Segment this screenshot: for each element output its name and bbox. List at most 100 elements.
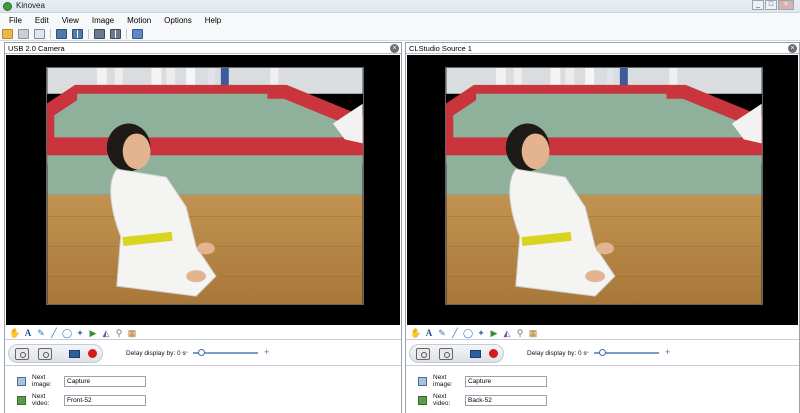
delay-slider-thumb[interactable] [599, 349, 606, 356]
live-video-frame[interactable] [46, 67, 364, 305]
save-icon[interactable] [18, 28, 29, 39]
delay-increase-icon[interactable]: + [264, 347, 269, 357]
next-video-input[interactable] [64, 394, 146, 406]
camera-feed-image [47, 68, 363, 304]
drawing-toolbar: ✋ A ✎ ╱ ◯ ✦ ▶ ◭ ⚲ ▦ [5, 326, 401, 340]
menu-view[interactable]: View [62, 16, 79, 25]
delay-increase-icon[interactable]: + [665, 347, 670, 357]
menu-motion[interactable]: Motion [127, 16, 151, 25]
circle-icon[interactable]: ◯ [463, 328, 473, 338]
next-video-row: Next video: [418, 393, 547, 407]
capture-screen-right: CLStudio Source 1 × ✋ A ✎ ╱ ◯ ✦ ▶ ◭ ⚲ ▦ … [405, 42, 800, 413]
video-viewport[interactable] [407, 55, 798, 325]
menu-options[interactable]: Options [164, 16, 192, 25]
video-file-icon [418, 395, 427, 405]
menu-edit[interactable]: Edit [35, 16, 49, 25]
capture-button-group [8, 344, 103, 363]
delay-slider-thumb[interactable] [198, 349, 205, 356]
text-icon[interactable]: A [23, 328, 33, 338]
kinovea-logo-icon [3, 2, 12, 11]
file-naming-panel: Next image: Next video: [5, 367, 401, 413]
next-image-row: Next image: [17, 374, 146, 388]
minimize-button[interactable]: _ [752, 0, 764, 10]
live-video-frame[interactable] [445, 67, 763, 305]
toolbar-separator [50, 28, 51, 39]
grid-icon[interactable]: ▦ [127, 328, 137, 338]
next-video-label: Next video: [32, 393, 50, 407]
next-video-input[interactable] [465, 394, 547, 406]
cross-marker-icon[interactable]: ✦ [476, 328, 486, 338]
image-file-icon [418, 376, 427, 386]
window-controls: _ □ × [751, 0, 794, 11]
next-image-input[interactable] [465, 375, 547, 387]
camera-settings-icon[interactable] [15, 348, 29, 360]
single-screen-icon[interactable] [56, 28, 67, 39]
angle-icon[interactable]: ▶ [489, 328, 499, 338]
main-toolbar [0, 27, 800, 41]
close-pane-icon[interactable]: × [788, 44, 797, 53]
capture-screen-icon[interactable] [94, 28, 105, 39]
delay-slider[interactable] [193, 349, 258, 356]
chronometer-icon[interactable]: ◭ [502, 328, 512, 338]
video-viewport[interactable] [6, 55, 400, 325]
dual-capture-icon[interactable] [110, 28, 121, 39]
maximize-button[interactable]: □ [765, 0, 777, 10]
capture-screen-left: USB 2.0 Camera × ✋ A ✎ ╱ ◯ ✦ ▶ ◭ ⚲ ▦ Del… [4, 42, 402, 413]
grid-icon[interactable]: ▦ [528, 328, 538, 338]
hand-icon[interactable]: ✋ [410, 328, 421, 338]
next-image-label: Next image: [32, 374, 52, 388]
camera-feed-image [446, 68, 762, 304]
screen-icon[interactable] [34, 28, 45, 39]
menu-file[interactable]: File [9, 16, 22, 25]
magnifier-icon[interactable]: ⚲ [515, 328, 525, 338]
hand-icon[interactable]: ✋ [9, 328, 20, 338]
drawing-toolbar: ✋ A ✎ ╱ ◯ ✦ ▶ ◭ ⚲ ▦ [406, 326, 799, 340]
snapshot-icon[interactable] [69, 350, 80, 358]
image-file-icon [17, 376, 26, 386]
delay-slider[interactable] [594, 349, 659, 356]
video-file-icon [17, 395, 26, 405]
window-title: Kinovea [16, 1, 45, 10]
pencil-icon[interactable]: ✎ [437, 328, 447, 338]
capture-button-group [409, 344, 504, 363]
dual-screen-icon[interactable] [72, 28, 83, 39]
toolbar-separator [126, 28, 127, 39]
snapshot-icon[interactable] [470, 350, 481, 358]
toolbar-separator [88, 28, 89, 39]
cross-marker-icon[interactable]: ✦ [75, 328, 85, 338]
delay-decrease-icon[interactable]: − [183, 347, 188, 357]
magnifier-icon[interactable]: ⚲ [114, 328, 124, 338]
line-icon[interactable]: ╱ [49, 328, 59, 338]
angle-icon[interactable]: ▶ [88, 328, 98, 338]
next-video-label: Next video: [433, 393, 451, 407]
pause-camera-icon[interactable] [38, 348, 52, 360]
line-icon[interactable]: ╱ [450, 328, 460, 338]
camera-settings-icon[interactable] [416, 348, 430, 360]
menu-help[interactable]: Help [205, 16, 221, 25]
next-video-row: Next video: [17, 393, 146, 407]
next-image-input[interactable] [64, 375, 146, 387]
circle-icon[interactable]: ◯ [62, 328, 72, 338]
pause-camera-icon[interactable] [439, 348, 453, 360]
open-folder-icon[interactable] [2, 28, 13, 39]
file-naming-panel: Next image: Next video: [406, 367, 799, 413]
record-icon[interactable] [489, 349, 498, 358]
capture-controls: Delay display by: 0 s − + [406, 341, 799, 366]
title-bar: Kinovea _ □ × [0, 0, 800, 13]
close-pane-icon[interactable]: × [390, 44, 399, 53]
camera-name: USB 2.0 Camera [8, 44, 65, 53]
camera-name: CLStudio Source 1 [409, 44, 472, 53]
pencil-icon[interactable]: ✎ [36, 328, 46, 338]
menu-image[interactable]: Image [92, 16, 114, 25]
close-window-button[interactable]: × [778, 0, 794, 10]
swap-screens-icon[interactable] [132, 28, 143, 39]
chronometer-icon[interactable]: ◭ [101, 328, 111, 338]
delay-label: Delay display by: 0 s [527, 350, 587, 357]
pane-header: CLStudio Source 1 × [406, 43, 799, 54]
delay-label: Delay display by: 0 s [126, 350, 186, 357]
next-image-row: Next image: [418, 374, 547, 388]
text-icon[interactable]: A [424, 328, 434, 338]
next-image-label: Next image: [433, 374, 453, 388]
record-icon[interactable] [88, 349, 97, 358]
delay-decrease-icon[interactable]: − [584, 347, 589, 357]
